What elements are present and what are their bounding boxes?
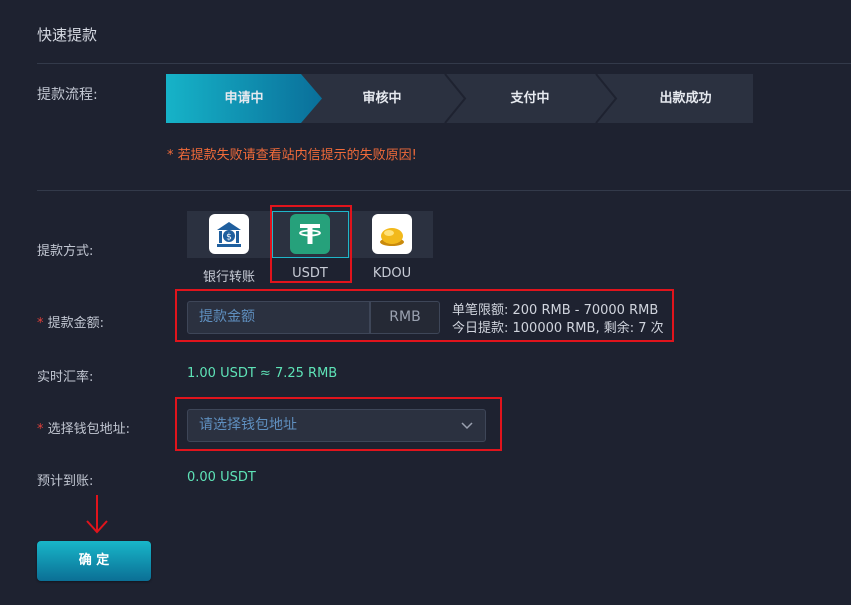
required-mark: * <box>37 422 44 437</box>
step-success: 出款成功 <box>618 74 753 123</box>
highlight-box <box>175 289 674 342</box>
chevron-separator-icon <box>444 74 467 123</box>
arrival-value: 0.00 USDT <box>187 470 256 485</box>
step-label: 审核中 <box>362 91 402 106</box>
chevron-separator-icon <box>595 74 618 123</box>
method-label: 提款方式: <box>37 244 94 259</box>
highlight-box <box>270 205 352 283</box>
method-bank-transfer[interactable]: $ <box>209 214 249 254</box>
highlight-box <box>175 397 502 451</box>
wallet-label-text: 选择钱包地址: <box>47 422 131 437</box>
page-title: 快速提款 <box>37 26 98 44</box>
step-label: 支付中 <box>510 91 550 106</box>
step-label: 出款成功 <box>659 91 712 106</box>
amount-label: * 提款金额: <box>37 312 104 331</box>
step-paying: 支付中 <box>466 74 594 123</box>
method-kdou-label: KDOU <box>372 266 412 281</box>
method-bank-label: 银行转账 <box>202 270 255 285</box>
arrival-label: 预计到账: <box>37 474 94 489</box>
step-label: 申请中 <box>224 91 264 106</box>
arrow-down-icon <box>86 495 108 534</box>
method-kdou[interactable] <box>372 214 412 254</box>
svg-text:$: $ <box>226 233 232 243</box>
divider <box>37 190 851 191</box>
confirm-button[interactable]: 确 定 <box>37 541 151 581</box>
bank-icon: $ <box>217 222 241 247</box>
required-mark: * <box>37 316 44 331</box>
process-label: 提款流程: <box>37 87 98 103</box>
step-applying: 申请中 <box>166 74 322 123</box>
rate-value: 1.00 USDT ≈ 7.25 RMB <box>187 366 338 381</box>
divider <box>37 63 851 64</box>
wallet-label: * 选择钱包地址: <box>37 418 130 437</box>
warning-text: * 若提款失败请查看站内信提示的失败原因! <box>167 148 417 163</box>
rate-label: 实时汇率: <box>37 370 94 385</box>
gold-coin-icon <box>380 228 404 246</box>
process-steps: 申请中 审核中 支付中 出款成功 <box>166 74 753 123</box>
step-reviewing: 审核中 <box>322 74 442 123</box>
amount-label-text: 提款金额: <box>47 316 105 331</box>
